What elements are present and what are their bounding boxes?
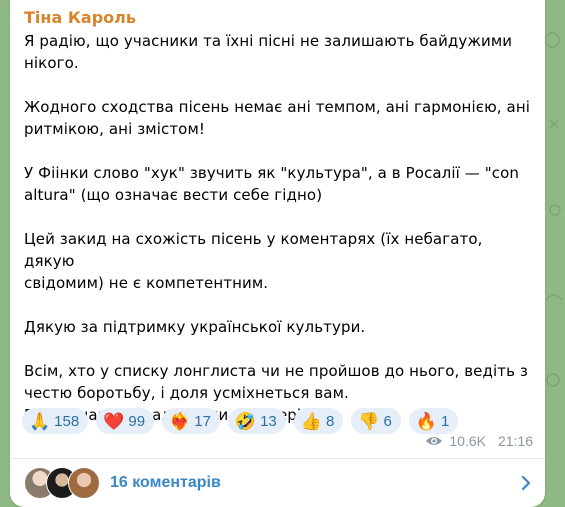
eye-icon [426,437,443,445]
thumbs-down-icon: 👎 [358,411,380,431]
commenter-avatars [24,467,114,499]
rofl-icon: 🤣 [234,411,257,431]
reaction-heart-on-fire[interactable]: ❤️‍🔥 17 [162,408,220,434]
heart-on-fire-icon: ❤️‍🔥 [169,411,191,431]
message-meta: 10.6K 21:16 [425,433,533,449]
heart-icon: ❤️ [103,411,125,431]
reaction-thumbs-up[interactable]: 👍 8 [293,408,344,434]
reaction-rofl[interactable]: 🤣 13 [227,408,286,434]
fire-icon: 🔥 [415,411,437,431]
message-text: Я радію, що учасники та їхні пісні не за… [24,32,530,424]
sender-name[interactable]: Тіна Кароль [24,8,136,27]
avatar [68,467,100,499]
comments-button[interactable]: 16 коментарів [10,459,545,507]
reaction-heart[interactable]: ❤️ 99 [96,408,155,434]
message-time: 21:16 [497,433,533,449]
thumbs-up-icon: 👍 [300,411,322,431]
message-bubble: Тіна Кароль Я радію, що учасники та їхні… [10,0,545,507]
reaction-count: 158 [54,412,80,430]
reaction-count: 8 [325,412,335,430]
reaction-count: 99 [128,412,146,430]
reactions-row: 🙏 158 ❤️ 99 ❤️‍🔥 17 🤣 13 👍 8 👎 6 🔥 1 [22,408,459,434]
views-count: 10.6K [449,433,486,449]
reaction-count: 6 [383,412,392,430]
reaction-pray[interactable]: 🙏 158 [22,408,89,434]
reaction-count: 17 [194,412,211,430]
reaction-count: 13 [260,412,277,430]
chevron-right-icon [521,475,531,491]
pray-icon: 🙏 [29,411,51,431]
reaction-thumbs-down[interactable]: 👎 6 [351,408,401,434]
reaction-fire[interactable]: 🔥 1 [408,408,459,434]
reaction-count: 1 [440,412,450,430]
comments-count-label: 16 коментарів [110,474,221,491]
